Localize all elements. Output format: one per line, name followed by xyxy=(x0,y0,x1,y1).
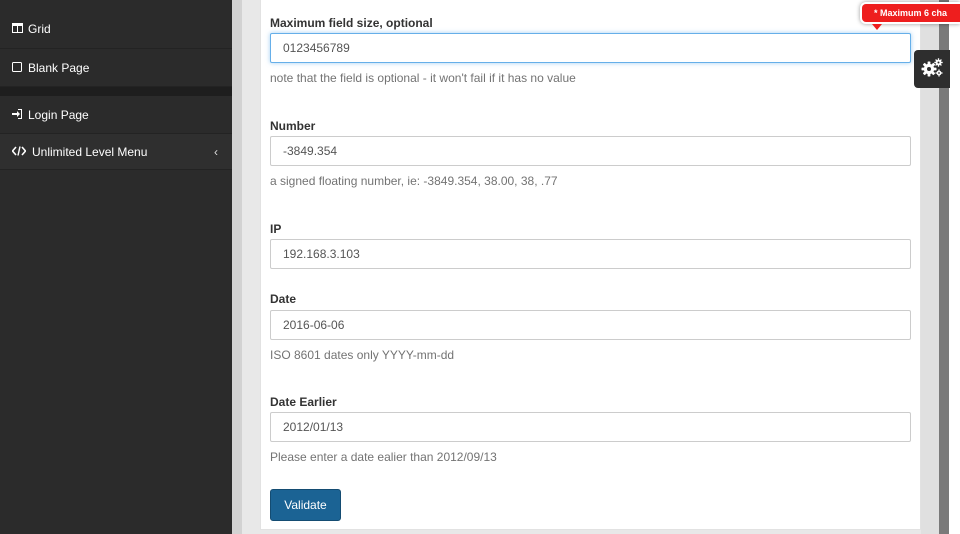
sidebar-item-label: Blank Page xyxy=(28,60,90,75)
date-label: Date xyxy=(270,292,297,306)
tooltip-arrow xyxy=(872,24,882,30)
gears-icon xyxy=(920,57,944,82)
right-edge xyxy=(949,0,960,534)
date-earlier-help: Please enter a date ealier than 2012/09/… xyxy=(270,450,497,464)
sidebar-item-login-page[interactable]: Login Page xyxy=(0,96,232,134)
sidebar-item-blank-page[interactable]: Blank Page xyxy=(0,49,232,87)
sign-in-icon xyxy=(12,108,24,122)
sidebar-item-label: Login Page xyxy=(28,107,89,122)
max-field-label: Maximum field size, optional xyxy=(270,16,433,30)
sidebar: Grid Blank Page Login Page Unlimited Lev… xyxy=(0,0,232,534)
chevron-left-icon: ‹ xyxy=(214,144,218,159)
number-label: Number xyxy=(270,119,316,133)
sidebar-item-label: Grid xyxy=(28,22,51,36)
columns-icon xyxy=(12,22,24,36)
ip-input[interactable]: 192.168.3.103 xyxy=(270,239,911,269)
square-icon xyxy=(12,61,24,75)
date-earlier-label: Date Earlier xyxy=(270,395,337,409)
sidebar-item-label: Unlimited Level Menu xyxy=(32,144,148,159)
sidebar-item-grid[interactable]: Grid xyxy=(0,0,232,49)
number-input[interactable]: -3849.354 xyxy=(270,136,911,166)
date-input[interactable]: 2016-06-06 xyxy=(270,310,911,340)
validate-button[interactable]: Validate xyxy=(270,489,341,521)
date-earlier-input[interactable]: 2012/01/13 xyxy=(270,412,911,442)
sidebar-divider xyxy=(0,87,232,96)
number-help: a signed floating number, ie: -3849.354,… xyxy=(270,174,558,188)
settings-button[interactable] xyxy=(914,50,950,88)
ip-label: IP xyxy=(270,222,282,236)
validation-tooltip: * Maximum 6 cha xyxy=(860,2,960,24)
max-field-input[interactable]: 0123456789 xyxy=(270,33,911,63)
date-help: ISO 8601 dates only YYYY-mm-dd xyxy=(270,348,455,362)
sidebar-item-unlimited-level-menu[interactable]: Unlimited Level Menu ‹ xyxy=(0,134,232,170)
sidebar-gutter xyxy=(232,0,242,534)
max-field-help: note that the field is optional - it won… xyxy=(270,71,576,85)
code-icon xyxy=(11,145,28,159)
